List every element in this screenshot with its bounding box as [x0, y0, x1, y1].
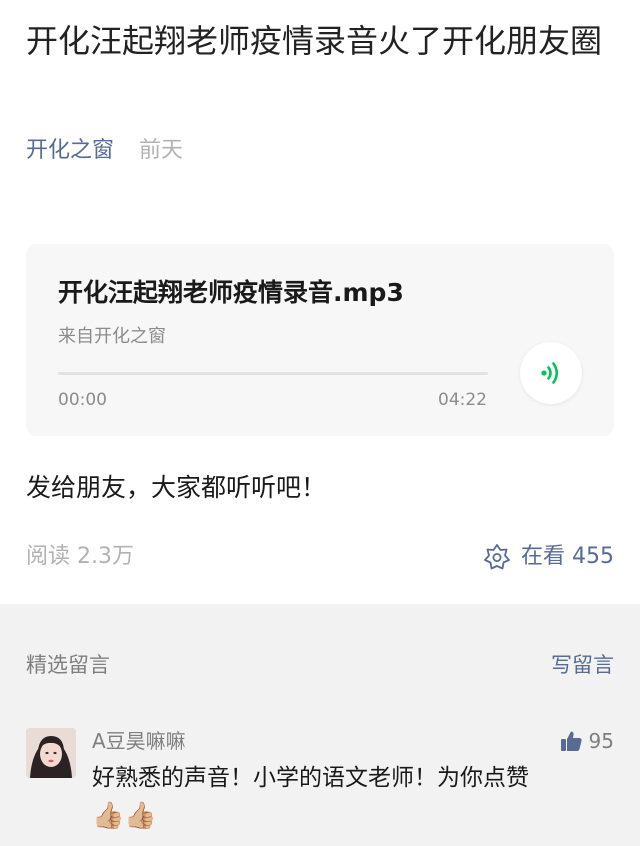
article: 开化汪起翔老师疫情录音火了开化朋友圈 开化之窗 前天 开化汪起翔老师疫情录音.m… [0, 0, 640, 604]
article-stats: 阅读 2.3万 在看 455 [26, 540, 614, 576]
author-link[interactable]: 开化之窗 [26, 138, 114, 163]
comments-section: 精选留言 写留言 A豆昊嘛嘛 95 好熟悉的声音！小学的语文老师！为你点赞 👍🏼 [0, 604, 640, 846]
audio-wave-icon [541, 362, 559, 384]
thumbs-up-icon [560, 731, 582, 751]
like-count: 95 [588, 729, 614, 753]
audio-play-button[interactable] [520, 342, 582, 404]
article-meta: 开化之窗 前天 [26, 134, 183, 168]
audio-card[interactable]: 开化汪起翔老师疫情录音.mp3 来自开化之窗 00:00 04:22 [26, 244, 614, 436]
read-count: 阅读 2.3万 [26, 544, 134, 569]
comment-emoji: 👍🏼👍🏼 [92, 801, 157, 831]
comments-header: 精选留言 写留言 [26, 648, 614, 682]
article-body: 发给朋友，大家都听听吧！ [26, 473, 327, 502]
watching-button[interactable]: 在看 455 [483, 540, 614, 574]
audio-total-time: 04:22 [438, 390, 487, 410]
comment-text: 好熟悉的声音！小学的语文老师！为你点赞 [92, 765, 529, 791]
audio-progress-bar[interactable] [58, 372, 488, 375]
write-comment-button[interactable]: 写留言 [551, 648, 614, 682]
audio-title: 开化汪起翔老师疫情录音.mp3 [58, 278, 404, 307]
avatar[interactable] [26, 728, 76, 778]
comments-label: 精选留言 [26, 653, 110, 677]
like-button[interactable]: 95 [559, 726, 614, 756]
publish-date: 前天 [139, 138, 184, 163]
audio-source: 来自开化之窗 [58, 326, 166, 347]
watching-count: 在看 455 [521, 544, 614, 569]
comment-author: A豆昊嘛嘛 [92, 729, 186, 753]
audio-current-time: 00:00 [58, 390, 107, 410]
article-title: 开化汪起翔老师疫情录音火了开化朋友圈 [26, 22, 603, 60]
watching-icon [484, 544, 510, 570]
